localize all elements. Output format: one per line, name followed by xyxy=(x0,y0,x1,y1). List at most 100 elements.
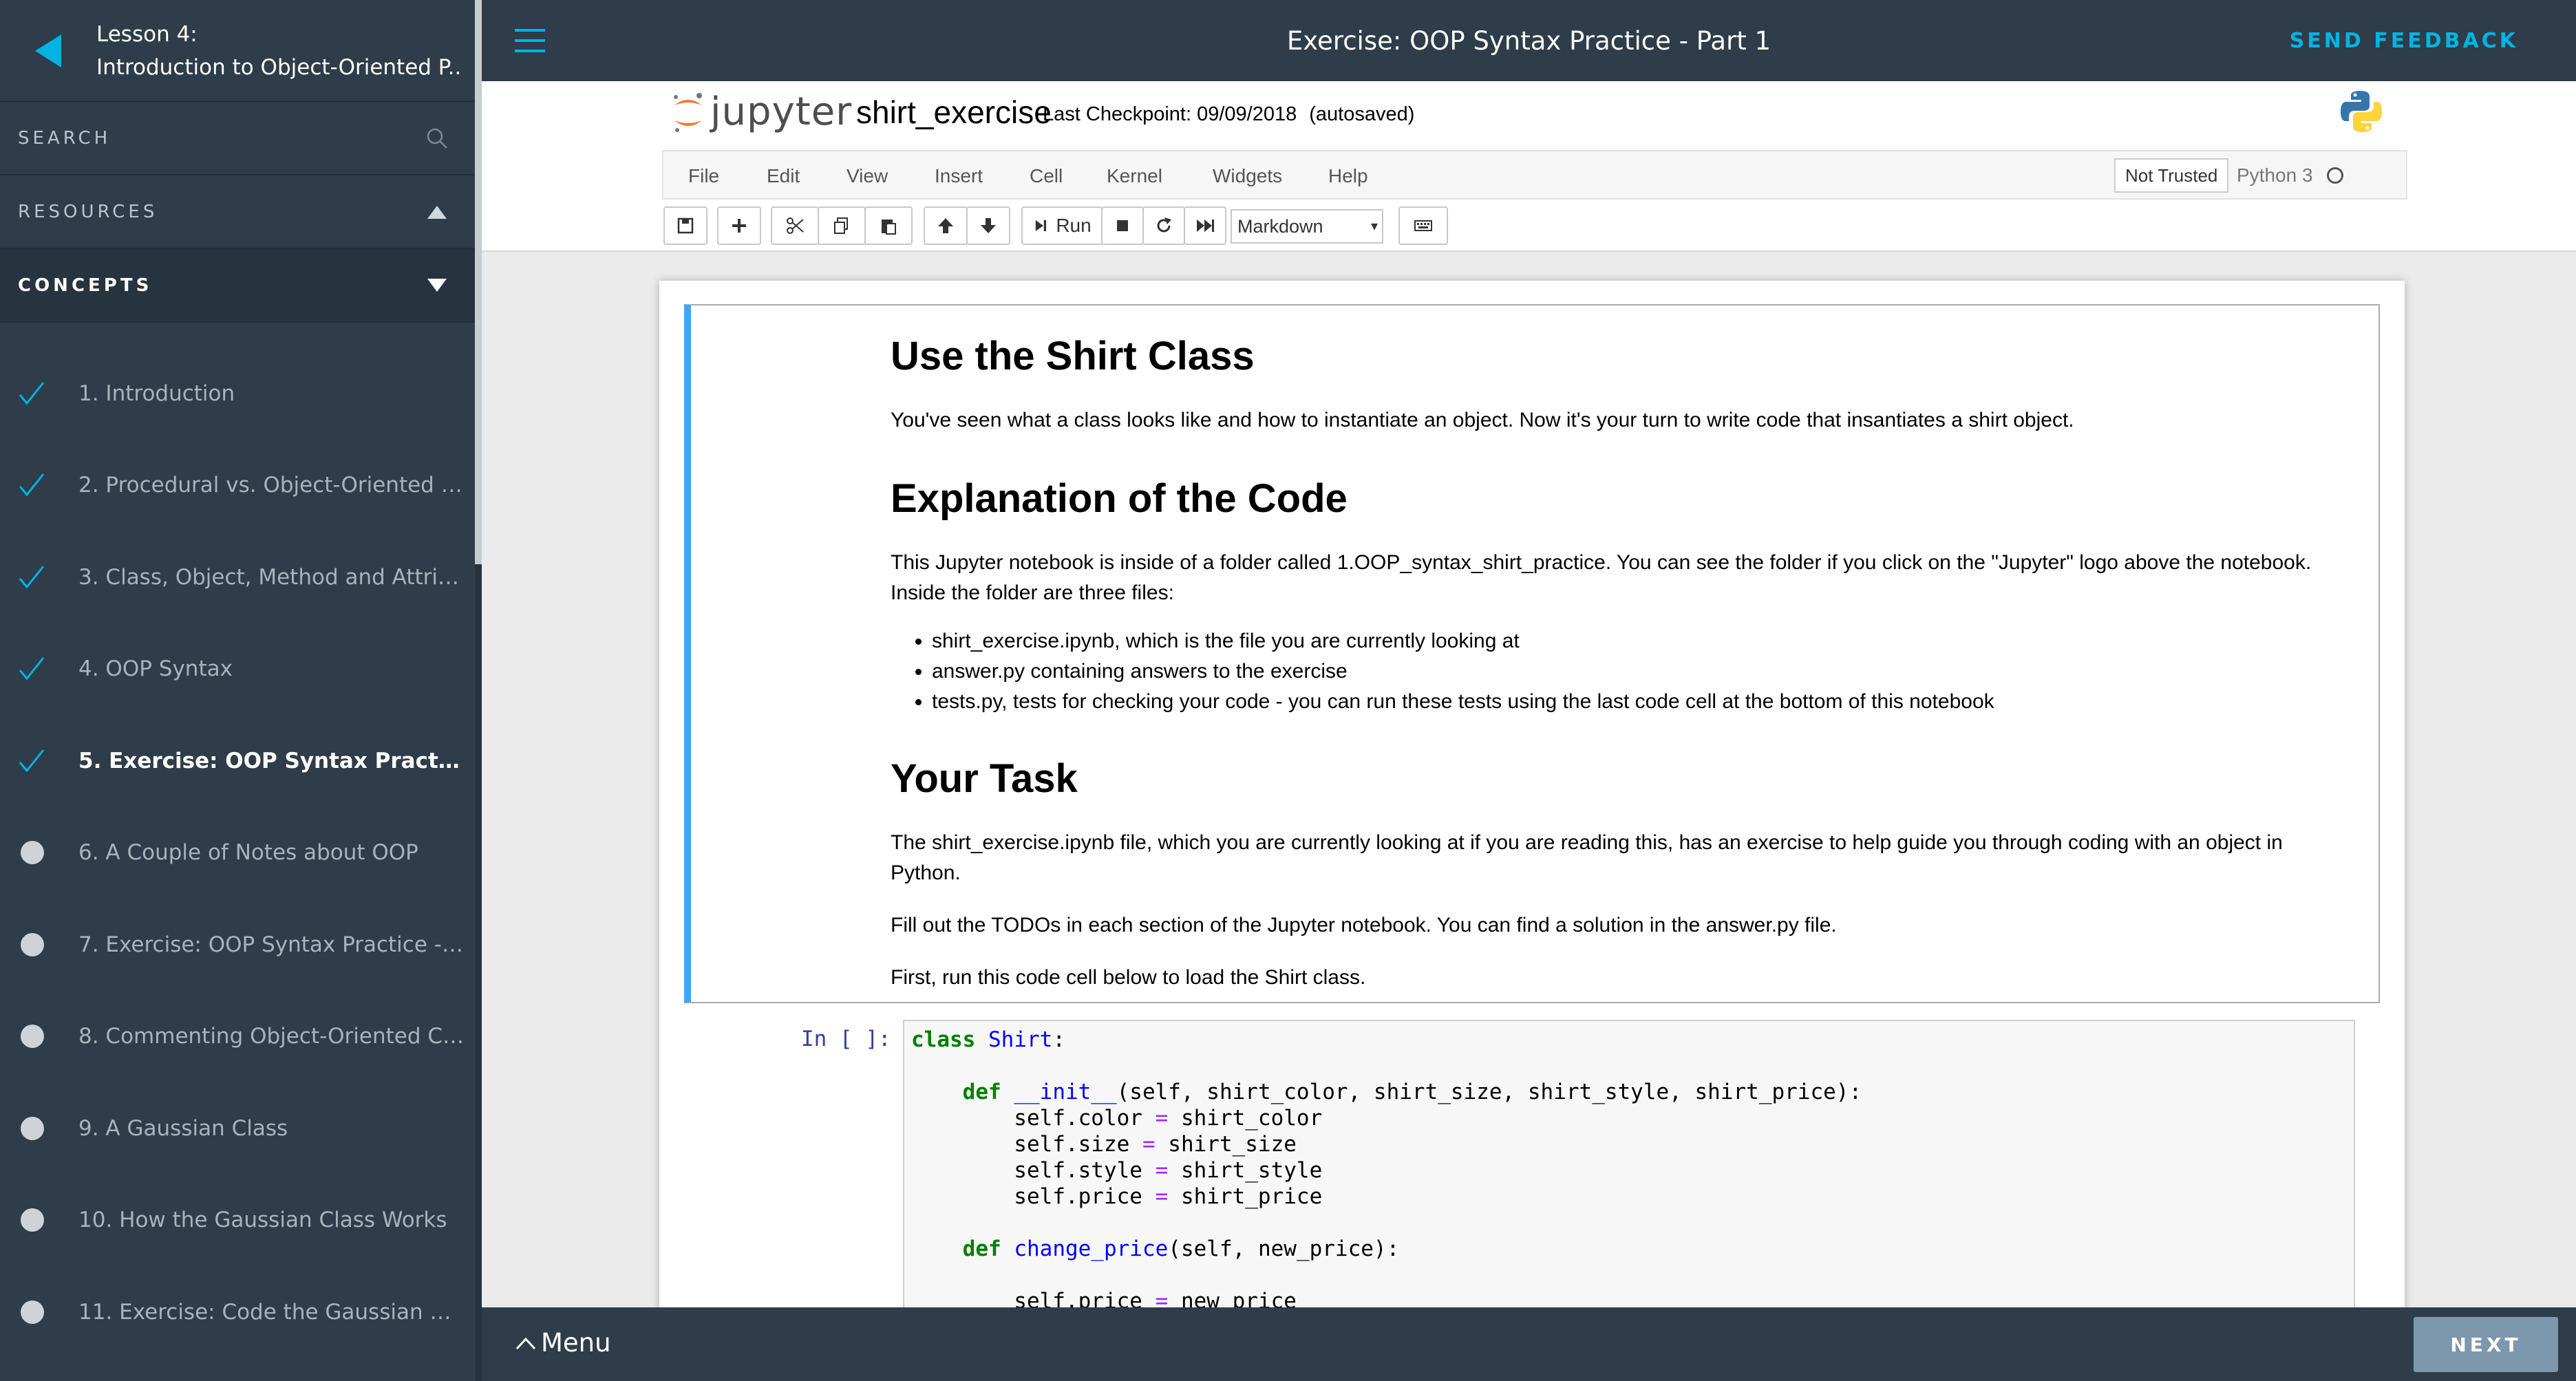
menu-file[interactable]: File xyxy=(688,165,719,187)
lesson-number: Lesson 4: xyxy=(96,22,198,47)
classroom-topbar: Exercise: OOP Syntax Practice - Part 1 S… xyxy=(482,0,2576,81)
markdown-cell-selected[interactable]: Use the Shirt Class You've seen what a c… xyxy=(684,304,2380,1003)
chevron-down-icon xyxy=(427,278,447,292)
concept-item-3[interactable]: 3. Class, Object, Method and Attribu... xyxy=(0,531,475,623)
menu-button[interactable]: Menu xyxy=(515,1328,611,1358)
menu-label: Menu xyxy=(541,1328,611,1358)
chevron-up-icon xyxy=(515,1337,536,1349)
kernel-name: Python 3 xyxy=(2237,164,2313,186)
concept-item-4[interactable]: 4. OOP Syntax xyxy=(0,623,475,716)
jupyter-logo-icon xyxy=(674,92,702,132)
arrow-down-icon xyxy=(981,218,996,233)
incomplete-dot-icon xyxy=(21,841,44,865)
fast-forward-icon xyxy=(1197,220,1214,232)
concept-item-10[interactable]: 10. How the Gaussian Class Works xyxy=(0,1175,475,1267)
cell-prompt: In [ ]: xyxy=(801,1027,891,1051)
checkmark-icon xyxy=(19,381,45,405)
incomplete-dot-icon xyxy=(21,1208,44,1232)
list-item: tests.py, tests for checking your code -… xyxy=(932,687,2350,717)
classroom-bottombar: Menu NEXT xyxy=(482,1307,2576,1381)
resources-toggle[interactable]: RESOURCES xyxy=(0,175,475,249)
sidebar-scrollbar[interactable] xyxy=(475,0,482,1381)
list-item: shirt_exercise.ipynb, which is the file … xyxy=(932,626,2350,656)
select-caret-icon: ▾ xyxy=(1370,219,1378,234)
checkmark-icon xyxy=(19,565,45,589)
save-button[interactable] xyxy=(663,206,707,245)
concept-label: 8. Commenting Object-Oriented Co... xyxy=(78,1024,464,1049)
arrow-up-icon xyxy=(938,218,953,233)
send-feedback-button[interactable]: SEND FEEDBACK xyxy=(2290,29,2518,53)
not-trusted-badge[interactable]: Not Trusted xyxy=(2114,158,2229,193)
checkpoint-text: Last Checkpoint: 09/09/2018 xyxy=(1043,103,1297,125)
run-button[interactable]: Run xyxy=(1021,206,1103,245)
concept-item-9[interactable]: 9. A Gaussian Class xyxy=(0,1082,475,1175)
concept-label: 10. How the Gaussian Class Works xyxy=(78,1208,447,1233)
concept-item-2[interactable]: 2. Procedural vs. Object-Oriented Pr... xyxy=(0,440,475,532)
incomplete-dot-icon xyxy=(21,1300,44,1324)
heading-explanation: Explanation of the Code xyxy=(891,476,1348,521)
scrollbar-thumb[interactable] xyxy=(475,0,482,564)
concept-label: 2. Procedural vs. Object-Oriented Pr... xyxy=(78,473,464,498)
incomplete-dot-icon xyxy=(21,1116,44,1140)
search-icon xyxy=(427,128,447,149)
concept-item-6[interactable]: 6. A Couple of Notes about OOP xyxy=(0,807,475,899)
restart-run-all-button[interactable] xyxy=(1184,206,1226,245)
concept-item-11[interactable]: 11. Exercise: Code the Gaussian Class xyxy=(0,1266,475,1358)
concepts-toggle[interactable]: CONCEPTS xyxy=(0,249,475,323)
concept-label: 4. OOP Syntax xyxy=(78,656,233,682)
lesson-sidebar: Lesson 4: Introduction to Object-Oriente… xyxy=(0,0,475,1381)
interrupt-button[interactable] xyxy=(1101,206,1144,245)
restart-button[interactable] xyxy=(1142,206,1185,245)
checkmark-icon xyxy=(19,657,45,681)
jupyter-menubar: File Edit View Insert Cell Kernel Widget… xyxy=(662,150,2407,200)
notebook-name[interactable]: shirt_exercise xyxy=(856,94,1052,131)
copy-button[interactable] xyxy=(818,206,866,245)
concept-label: 7. Exercise: OOP Syntax Practice - P... xyxy=(78,932,464,957)
checkmark-icon xyxy=(19,473,45,497)
menu-view[interactable]: View xyxy=(847,165,888,187)
chevron-up-icon xyxy=(427,205,447,219)
search-row[interactable]: SEARCH xyxy=(0,102,475,175)
incomplete-dot-icon xyxy=(21,932,44,956)
concept-item-5-current[interactable]: 5. Exercise: OOP Syntax Practice - ... xyxy=(0,715,475,807)
intro-paragraph: You've seen what a class looks like and … xyxy=(891,409,2074,431)
menu-edit[interactable]: Edit xyxy=(767,165,800,187)
concept-label: 1. Introduction xyxy=(78,381,235,406)
insert-cell-button[interactable] xyxy=(717,206,761,245)
concept-item-7[interactable]: 7. Exercise: OOP Syntax Practice - P... xyxy=(0,899,475,991)
menu-insert[interactable]: Insert xyxy=(935,165,983,187)
jupyter-logo[interactable]: jupyter xyxy=(670,89,852,134)
lesson-title: Lesson 4: Introduction to Object-Oriente… xyxy=(96,0,461,84)
menu-widgets[interactable]: Widgets xyxy=(1213,165,1282,187)
jupyter-header: jupyter shirt_exercise Last Checkpoint: … xyxy=(482,81,2576,252)
cut-button[interactable] xyxy=(771,206,819,245)
concepts-label: CONCEPTS xyxy=(18,275,153,296)
floppy-disk-icon xyxy=(677,217,694,234)
code-cell[interactable]: In [ ]: class Shirt: def __init__(self, … xyxy=(684,1014,2380,1313)
concept-item-8[interactable]: 8. Commenting Object-Oriented Co... xyxy=(0,991,475,1083)
menu-help[interactable]: Help xyxy=(1328,165,1368,187)
next-button[interactable]: NEXT xyxy=(2414,1317,2558,1372)
paste-icon xyxy=(882,220,896,235)
scissors-icon xyxy=(787,217,804,234)
files-list: shirt_exercise.ipynb, which is the file … xyxy=(932,626,2350,717)
menu-kernel[interactable]: Kernel xyxy=(1107,165,1162,187)
notebook-container: Use the Shirt Class You've seen what a c… xyxy=(659,281,2405,1313)
search-label: SEARCH xyxy=(18,127,111,149)
run-label: Run xyxy=(1056,215,1092,236)
list-item: answer.py containing answers to the exer… xyxy=(932,656,2350,687)
cell-type-select[interactable]: Markdown ▾ xyxy=(1231,209,1383,244)
concept-item-1[interactable]: 1. Introduction xyxy=(0,347,475,440)
paste-button[interactable] xyxy=(864,206,913,245)
code-editor[interactable]: class Shirt: def __init__(self, shirt_co… xyxy=(903,1020,2355,1313)
back-button[interactable] xyxy=(0,0,96,102)
move-down-button[interactable] xyxy=(966,206,1010,245)
move-up-button[interactable] xyxy=(924,206,968,245)
command-palette-button[interactable] xyxy=(1398,206,1448,245)
step-forward-icon xyxy=(1036,220,1047,231)
menu-cell[interactable]: Cell xyxy=(1030,165,1063,187)
autosave-text: (autosaved) xyxy=(1309,103,1415,125)
restart-icon xyxy=(1157,217,1171,233)
lesson-header: Lesson 4: Introduction to Object-Oriente… xyxy=(0,0,475,102)
page-title: Exercise: OOP Syntax Practice - Part 1 xyxy=(1286,26,1771,56)
